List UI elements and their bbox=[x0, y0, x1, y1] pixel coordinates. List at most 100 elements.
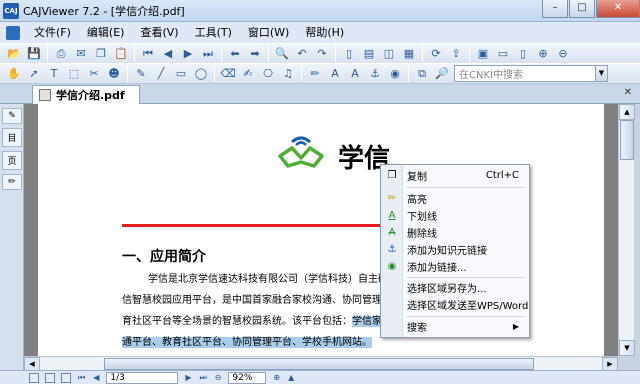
last-page-status-icon[interactable]: ⏭ bbox=[200, 373, 207, 383]
undo-icon[interactable]: ↶ bbox=[294, 46, 310, 62]
single-page-icon[interactable]: ▯ bbox=[341, 46, 357, 62]
note-icon[interactable]: ✍ bbox=[240, 66, 256, 82]
paste-icon[interactable]: 📋 bbox=[113, 46, 129, 62]
save-icon[interactable]: 💾 bbox=[26, 46, 42, 62]
zoom-in-status-icon[interactable]: ⊕ bbox=[273, 373, 280, 382]
anchor-icon: ⚓ bbox=[387, 244, 397, 255]
ctx-save-region[interactable]: 选择区域另存为... bbox=[381, 279, 529, 296]
prev-page-status-icon[interactable]: ◀ bbox=[93, 373, 99, 382]
single-view-icon[interactable] bbox=[29, 372, 39, 383]
anchor-tool-icon[interactable]: ⚓ bbox=[367, 66, 383, 82]
first-page-status-icon[interactable]: ⏮ bbox=[78, 373, 85, 383]
submenu-arrow-icon: ▶ bbox=[512, 322, 519, 331]
knowledge-icon[interactable]: ⧉ bbox=[414, 66, 430, 82]
annotation-toolbar: ✋ ➚ T ⬚ ✂ ☻ ✎ ╱ ▭ ◯ ⌫ ✍ ⎔ ♫ ✏ A A ⚓ ◉ ⧉ … bbox=[0, 63, 640, 84]
prev-page-icon[interactable]: ◀ bbox=[160, 46, 176, 62]
eraser-icon[interactable]: ⌫ bbox=[220, 66, 236, 82]
select-arrow-icon[interactable]: ➚ bbox=[26, 66, 42, 82]
menu-edit[interactable]: 编辑(E) bbox=[79, 22, 133, 43]
ctx-add-link[interactable]: ◉ 添加为链接... bbox=[381, 258, 529, 275]
image-select-icon[interactable]: ⬚ bbox=[66, 66, 82, 82]
pencil-panel-icon[interactable]: ✏ bbox=[2, 174, 22, 190]
strike-tool-icon[interactable]: A bbox=[347, 66, 363, 82]
copy-tool-icon[interactable]: ❐ bbox=[93, 46, 109, 62]
fit-width-icon[interactable]: ▯ bbox=[515, 46, 531, 62]
open-icon[interactable]: 📂 bbox=[6, 46, 22, 62]
fullscreen-icon[interactable]: ▣ bbox=[475, 46, 491, 62]
continuous-icon[interactable]: ▤ bbox=[361, 46, 377, 62]
line-icon[interactable]: ╱ bbox=[153, 66, 169, 82]
scroll-left-icon[interactable]: ◀ bbox=[24, 357, 40, 371]
facing-view-icon[interactable] bbox=[61, 372, 71, 383]
fit-page-icon[interactable]: ▭ bbox=[495, 46, 511, 62]
next-page-icon[interactable]: ▶ bbox=[180, 46, 196, 62]
music-icon[interactable]: ♫ bbox=[280, 66, 296, 82]
maximize-button[interactable]: □ bbox=[569, 0, 595, 18]
zoom-in-icon[interactable]: ⊕ bbox=[535, 46, 551, 62]
chevron-down-icon[interactable]: ▼ bbox=[595, 66, 607, 81]
grid-icon[interactable]: ▦ bbox=[401, 46, 417, 62]
forward-icon[interactable]: ➡ bbox=[247, 46, 263, 62]
scroll-right-icon[interactable]: ▶ bbox=[602, 357, 618, 371]
scroll-down-icon[interactable]: ▼ bbox=[619, 340, 635, 356]
last-page-icon[interactable]: ⏭ bbox=[200, 46, 216, 62]
menu-tools[interactable]: 工具(T) bbox=[187, 22, 240, 43]
fit-status-icon[interactable]: ▲ bbox=[288, 373, 294, 382]
close-button[interactable]: ✕ bbox=[596, 0, 640, 18]
tab-close-icon[interactable]: ✕ bbox=[624, 87, 632, 98]
scroll-up-icon[interactable]: ▲ bbox=[619, 104, 635, 120]
page-number-field[interactable]: 1/3 bbox=[106, 371, 179, 384]
document-menu-icon[interactable] bbox=[6, 25, 20, 40]
ctx-send-to-wps[interactable]: 选择区域发送至WPS/Word bbox=[381, 296, 529, 313]
next-page-status-icon[interactable]: ▶ bbox=[185, 373, 191, 382]
vertical-scroll-thumb[interactable] bbox=[620, 120, 634, 160]
ctx-underline[interactable]: A 下划线 bbox=[381, 207, 529, 224]
search-combo[interactable]: 在CNKI中搜索 ▼ bbox=[454, 65, 608, 82]
zoom-level-field[interactable]: 92% bbox=[228, 371, 267, 384]
print-icon[interactable]: ⎙ bbox=[53, 46, 69, 62]
document-tab[interactable]: 学信介绍.pdf bbox=[32, 85, 140, 104]
ctx-search[interactable]: 搜索 ▶ bbox=[381, 318, 529, 335]
link-tool-icon[interactable]: ◉ bbox=[387, 66, 403, 82]
search-input[interactable]: 在CNKI中搜索 bbox=[455, 66, 595, 81]
redo-icon[interactable]: ↷ bbox=[314, 46, 330, 62]
text-select-icon[interactable]: T bbox=[46, 66, 62, 82]
stamp-icon[interactable]: ⎔ bbox=[260, 66, 276, 82]
main-toolbar: 📂 💾 ⎙ ✉ ❐ 📋 ⏮ ◀ ▶ ⏭ ⬅ ➡ 🔍 ↶ ↷ ▯ ▤ ◫ ▦ ⟳ … bbox=[0, 43, 640, 64]
menu-file[interactable]: 文件(F) bbox=[26, 22, 79, 43]
ctx-copy[interactable]: ❐ 复制 Ctrl+C bbox=[381, 167, 529, 184]
annotation-panel-icon[interactable]: ✎ bbox=[2, 108, 22, 124]
zoom-out-icon[interactable]: ⊖ bbox=[555, 46, 571, 62]
menu-view[interactable]: 查看(V) bbox=[132, 22, 186, 43]
back-icon[interactable]: ⬅ bbox=[227, 46, 243, 62]
mail-icon[interactable]: ✉ bbox=[73, 46, 89, 62]
continuous-view-icon[interactable] bbox=[45, 372, 55, 383]
underline-tool-icon[interactable]: A bbox=[327, 66, 343, 82]
first-page-icon[interactable]: ⏮ bbox=[140, 46, 156, 62]
highlight-tool-icon[interactable]: ✏ bbox=[307, 66, 323, 82]
toolbar-divider bbox=[221, 45, 222, 62]
ctx-knowledge-link[interactable]: ⚓ 添加为知识元链接 bbox=[381, 241, 529, 258]
search-tool-icon[interactable]: 🔎 bbox=[434, 66, 450, 82]
facing-icon[interactable]: ◫ bbox=[381, 46, 397, 62]
pen-icon[interactable]: ✎ bbox=[133, 66, 149, 82]
side-tab-pages[interactable]: 页 bbox=[2, 151, 22, 170]
zoom-out-status-icon[interactable]: ⊖ bbox=[215, 373, 222, 382]
ellipse-icon[interactable]: ◯ bbox=[193, 66, 209, 82]
rectangle-icon[interactable]: ▭ bbox=[173, 66, 189, 82]
horizontal-scroll-thumb[interactable] bbox=[104, 358, 534, 370]
rotate-icon[interactable]: ⟳ bbox=[428, 46, 444, 62]
snapshot-icon[interactable]: ✂ bbox=[86, 66, 102, 82]
ocr-icon[interactable]: ☻ bbox=[106, 66, 122, 82]
horizontal-scrollbar[interactable]: ◀ ▶ bbox=[24, 356, 618, 371]
menu-help[interactable]: 帮助(H) bbox=[297, 22, 352, 43]
side-tab-toc[interactable]: 目 bbox=[2, 128, 22, 147]
menu-window[interactable]: 窗口(W) bbox=[240, 22, 297, 43]
vertical-scrollbar[interactable]: ▲ ▼ bbox=[618, 104, 635, 356]
hand-icon[interactable]: ✋ bbox=[6, 66, 22, 82]
minimize-button[interactable]: – bbox=[542, 0, 568, 18]
ctx-highlight[interactable]: ✏ 高亮 bbox=[381, 190, 529, 207]
ctx-strikethrough[interactable]: A 删除线 bbox=[381, 224, 529, 241]
find-icon[interactable]: 🔍 bbox=[274, 46, 290, 62]
export-icon[interactable]: ⇪ bbox=[448, 46, 464, 62]
